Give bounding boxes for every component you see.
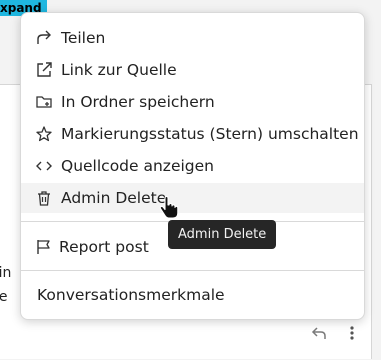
menu-divider <box>21 270 364 271</box>
menu-item-source-link[interactable]: Link zur Quelle <box>21 55 364 85</box>
tooltip: Admin Delete <box>168 220 277 249</box>
share-icon <box>35 29 53 47</box>
trash-icon <box>35 189 53 207</box>
menu-item-admin-delete[interactable]: Admin Delete <box>21 183 364 213</box>
reply-icon[interactable] <box>311 325 327 345</box>
menu-item-label: Markierungsstatus (Stern) umschalten <box>61 125 359 143</box>
menu-item-label: Quellcode anzeigen <box>61 157 214 175</box>
menu-item-label: Report post <box>59 238 149 256</box>
menu-item-view-source[interactable]: Quellcode anzeigen <box>21 151 364 181</box>
more-options-icon[interactable] <box>349 325 355 345</box>
menu-item-conversation-features[interactable]: Konversationsmerkmale <box>21 280 364 310</box>
external-link-icon <box>35 61 53 79</box>
flag-icon <box>35 238 53 256</box>
menu-item-save-to-folder[interactable]: In Ordner speichern <box>21 87 364 117</box>
page: xpand ein de t <box>0 0 381 360</box>
post-text-fragment-1: ein <box>0 265 12 281</box>
hand-cursor-icon <box>158 195 180 220</box>
post-text-fragment-2: de <box>0 289 8 305</box>
post-context-menu: Teilen Link zur Quelle In Ordner speiche… <box>20 12 365 320</box>
code-icon <box>35 157 53 175</box>
menu-item-label: Admin Delete <box>61 189 167 207</box>
menu-item-label: Link zur Quelle <box>61 61 177 79</box>
menu-item-share[interactable]: Teilen <box>21 23 364 53</box>
menu-item-label: Teilen <box>61 29 106 47</box>
folder-add-icon <box>35 93 53 111</box>
menu-item-label: In Ordner speichern <box>61 93 215 111</box>
post-actions <box>311 325 355 345</box>
menu-item-toggle-star[interactable]: Markierungsstatus (Stern) umschalten <box>21 119 364 149</box>
star-icon <box>35 125 53 143</box>
menu-item-label: Konversationsmerkmale <box>37 286 225 304</box>
